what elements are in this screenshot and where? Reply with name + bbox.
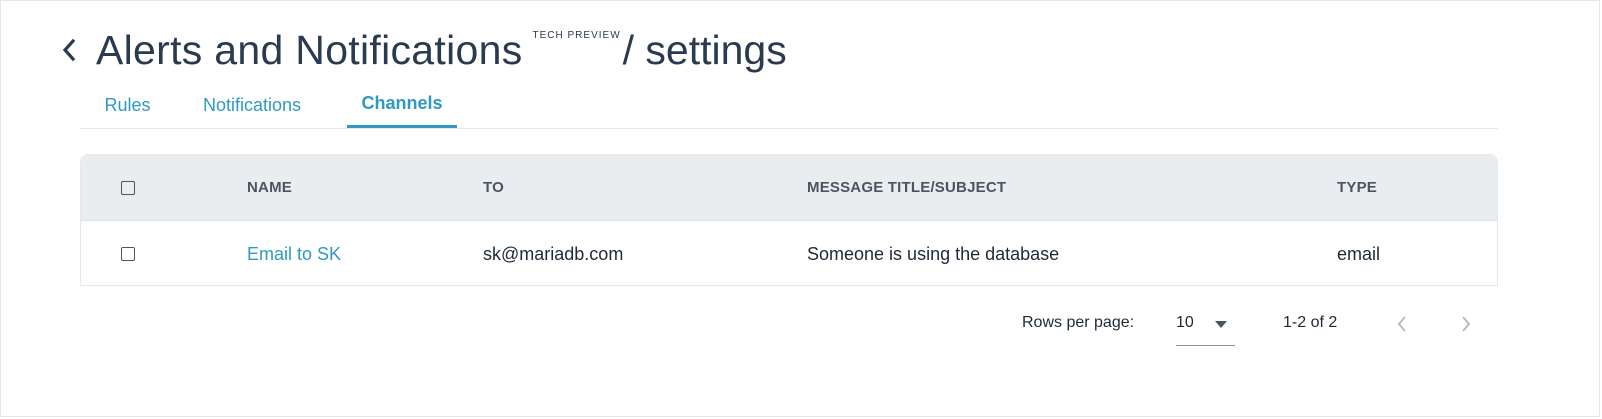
page-title: Alerts and Notifications (96, 26, 523, 73)
chevron-left-icon (1397, 316, 1406, 332)
rows-per-page-select[interactable]: 10 (1176, 308, 1235, 346)
tab-notifications[interactable]: Notifications (192, 82, 312, 128)
rows-per-page-label: Rows per page: (1022, 314, 1135, 331)
table-header: NAME TO MESSAGE TITLE/SUBJECT TYPE (81, 155, 1497, 221)
pagination: Rows per page: 10 1-2 of 2 (0, 300, 1602, 348)
column-header-type[interactable]: TYPE (1337, 155, 1377, 220)
channel-subject: Someone is using the database (807, 243, 1060, 264)
tab-bar: Rules Notifications Channels (80, 82, 1498, 129)
column-header-name[interactable]: NAME (247, 155, 292, 220)
row-checkbox[interactable] (121, 247, 135, 261)
page-range: 1-2 of 2 (1283, 314, 1338, 331)
select-all-checkbox[interactable] (121, 180, 135, 195)
table-row[interactable]: Email to SK sk@mariadb.com Someone is us… (81, 221, 1497, 285)
channels-table: NAME TO MESSAGE TITLE/SUBJECT TYPE Email… (80, 154, 1498, 286)
column-header-subject[interactable]: MESSAGE TITLE/SUBJECT (807, 155, 1006, 220)
row-select-cell (121, 221, 135, 285)
select-all-cell (121, 155, 135, 220)
channel-name-link[interactable]: Email to SK (247, 221, 341, 285)
caret-down-icon (1215, 321, 1227, 328)
channel-type: email (1337, 243, 1381, 264)
channel-to: sk@mariadb.com (483, 243, 624, 264)
back-button[interactable] (60, 30, 90, 70)
tab-rules[interactable]: Rules (90, 82, 165, 128)
tab-channels[interactable]: Channels (347, 82, 457, 128)
prev-page-button[interactable] (1390, 312, 1414, 336)
tech-preview-badge: TECH PREVIEW (532, 30, 621, 41)
chevron-left-icon (62, 38, 76, 62)
next-page-button[interactable] (1454, 312, 1478, 336)
page-header: Alerts and Notifications TECH PREVIEW / … (60, 20, 787, 80)
chevron-right-icon (1462, 316, 1471, 332)
column-header-to[interactable]: TO (483, 155, 504, 220)
rows-per-page-value: 10 (1176, 314, 1194, 331)
page-subtitle: / settings (622, 26, 787, 73)
